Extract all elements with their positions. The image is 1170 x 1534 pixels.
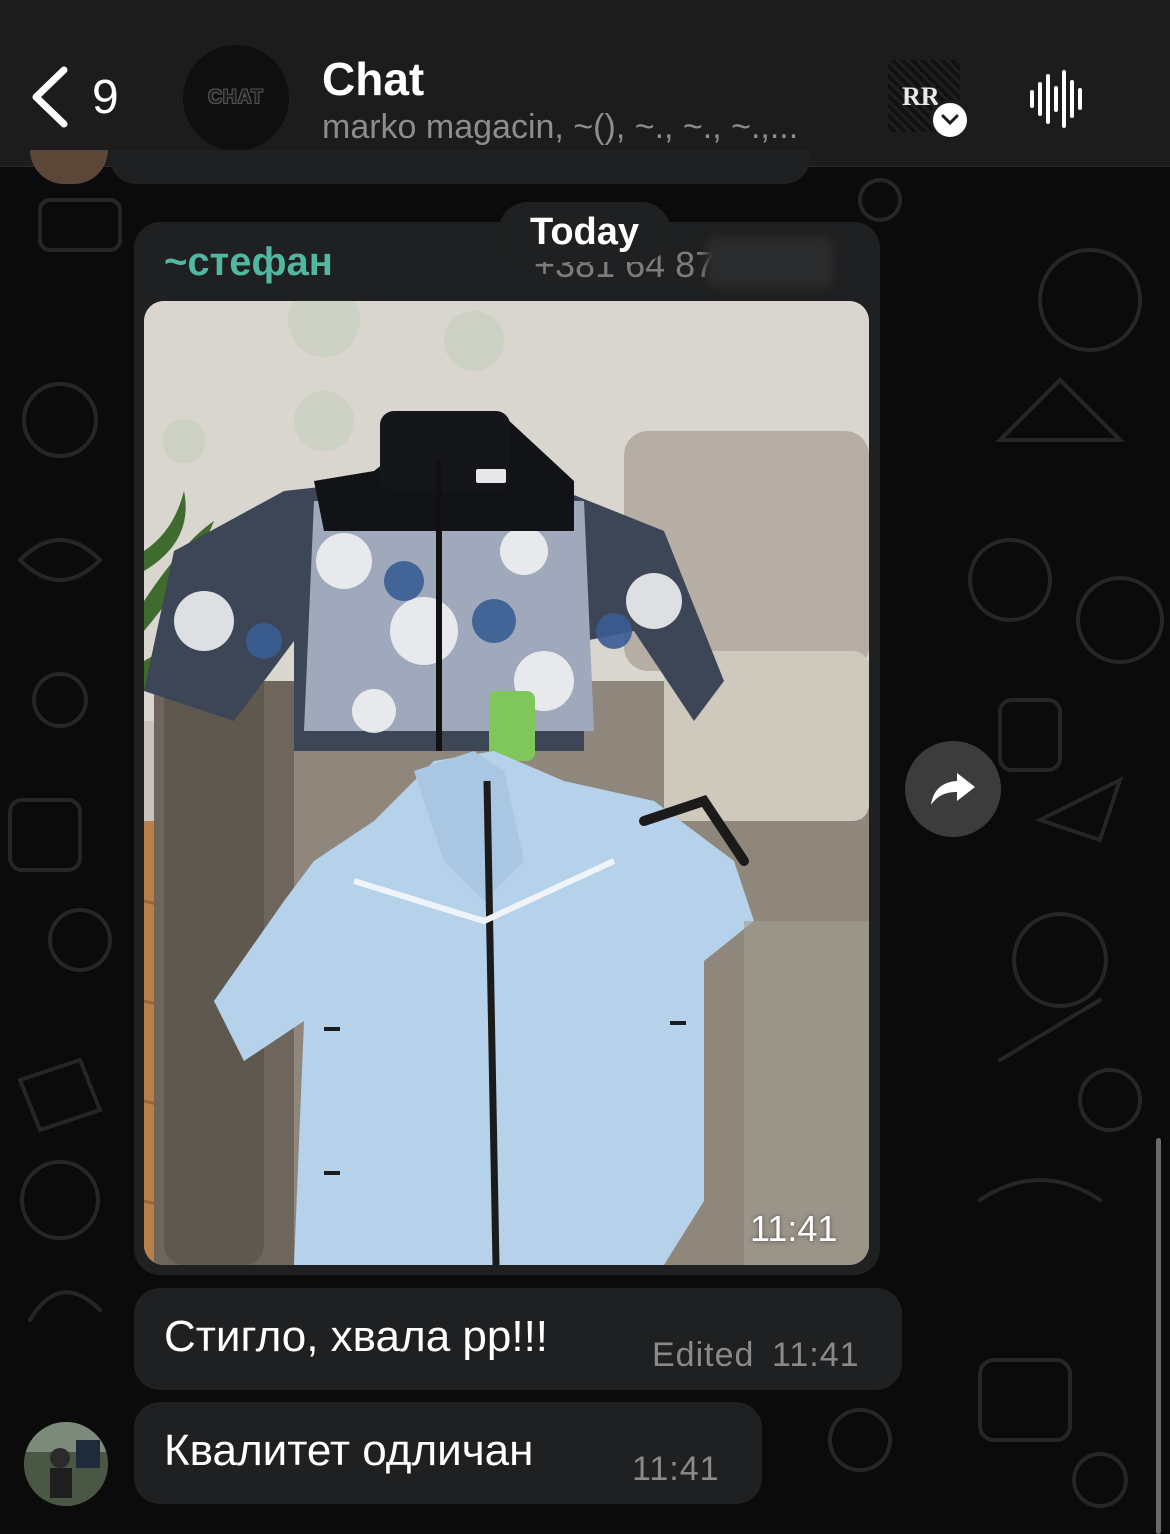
- forward-icon: [931, 773, 975, 805]
- waveform-icon[interactable]: [1028, 70, 1086, 128]
- edited-label: Edited: [652, 1336, 755, 1374]
- unread-count[interactable]: 9: [92, 70, 119, 125]
- chevron-down-icon[interactable]: [930, 100, 970, 140]
- message-time: 11:41: [632, 1450, 720, 1488]
- message-text: Квалитет одличан: [164, 1426, 534, 1475]
- group-avatar-text: CHAT: [208, 87, 264, 108]
- scrollbar[interactable]: [1156, 1138, 1161, 1534]
- phone-redaction: [706, 236, 834, 288]
- chat-header: 9 CHAT Chat marko magacin, ~(), ~., ~., …: [0, 0, 1170, 167]
- message-time: 11:41: [772, 1336, 860, 1374]
- chat-title[interactable]: Chat: [322, 52, 424, 106]
- group-avatar[interactable]: CHAT: [183, 45, 289, 151]
- message-text: Стигло, хвала рр!!!: [164, 1312, 549, 1361]
- chat-participants[interactable]: marko magacin, ~(), ~., ~., ~.,...: [322, 108, 798, 147]
- message-bubble[interactable]: [110, 150, 810, 184]
- forward-button[interactable]: [905, 741, 1001, 837]
- message-photo[interactable]: [144, 301, 869, 1265]
- sender-name[interactable]: ~стефан: [164, 240, 333, 285]
- photo-timestamp: 11:41: [750, 1208, 838, 1249]
- date-divider: Today: [498, 202, 671, 262]
- chevron-left-icon[interactable]: [22, 62, 82, 132]
- avatar[interactable]: [24, 1422, 108, 1506]
